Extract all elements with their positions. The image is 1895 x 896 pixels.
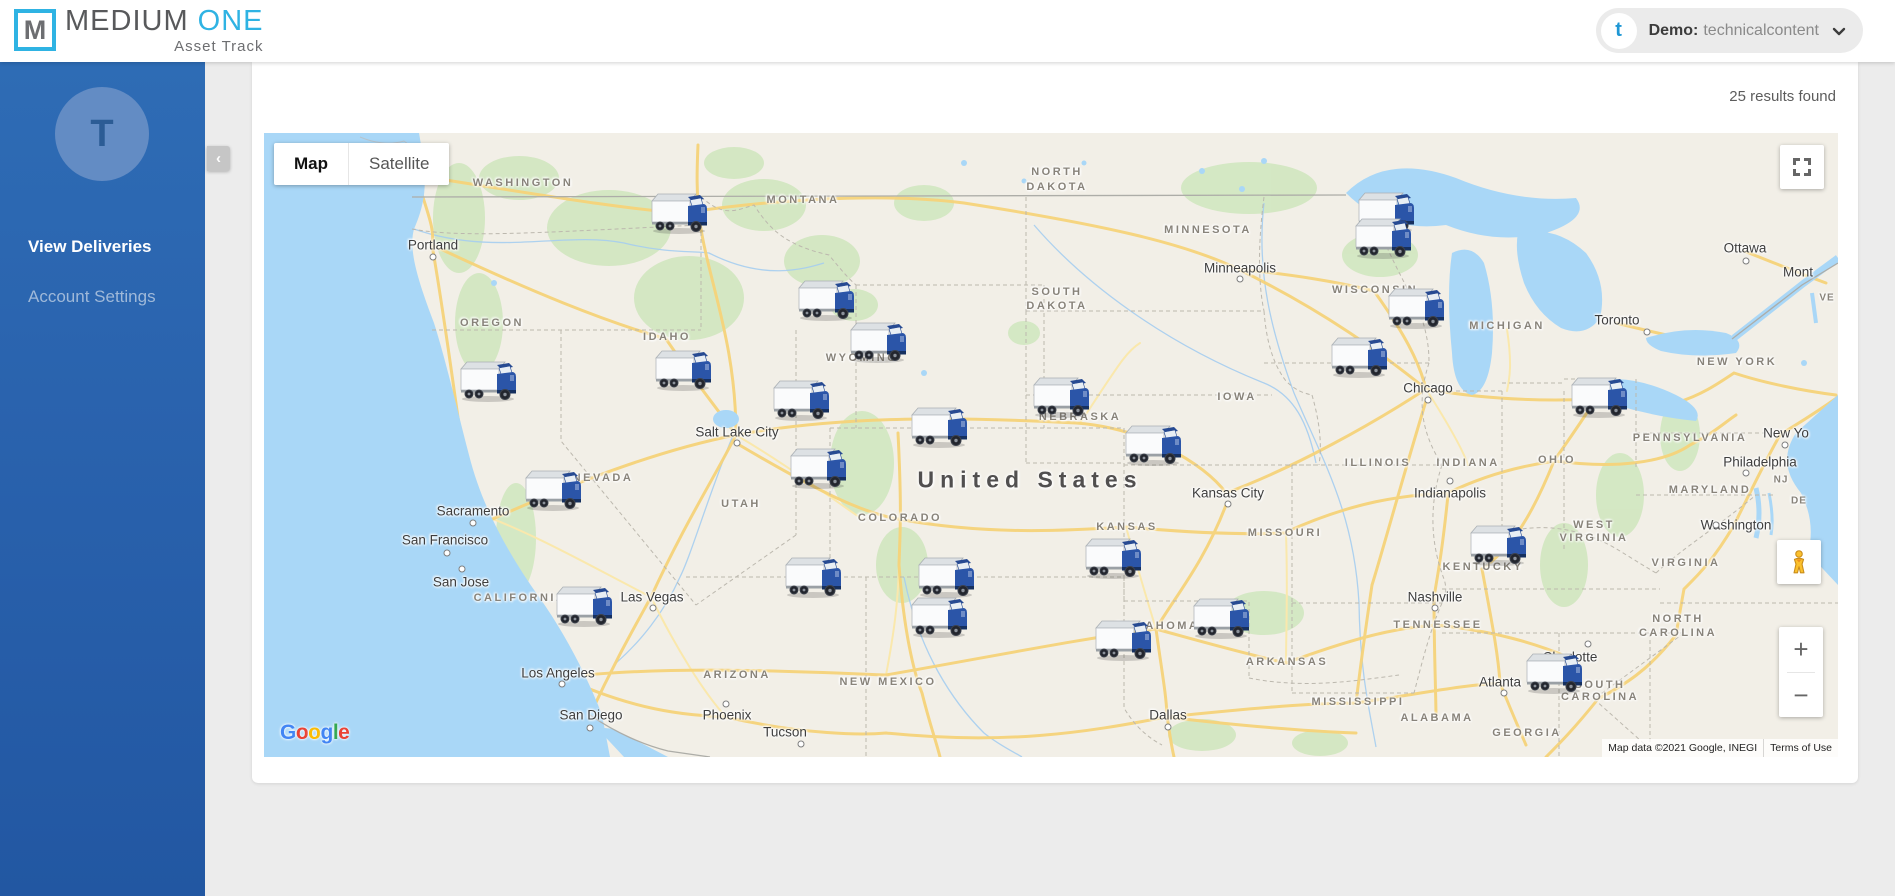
- google-logo-letter: g: [321, 721, 333, 744]
- sidebar: T View DeliveriesAccount Settings: [0, 62, 205, 896]
- map-type-map-button[interactable]: Map: [274, 143, 349, 185]
- logo-title-one: ONE: [198, 5, 264, 37]
- truck-icon: [1326, 333, 1390, 379]
- app-root: M MEDIUM ONE Asset Track t Demo:technica…: [0, 0, 1895, 896]
- truck-marker[interactable]: [785, 444, 849, 490]
- google-logo-letter: o: [308, 721, 320, 744]
- google-logo: Google: [280, 721, 349, 745]
- sidebar-collapse-button[interactable]: ‹: [207, 146, 230, 171]
- map-attribution: Map data ©2021 Google, INEGI Terms of Us…: [1602, 739, 1838, 757]
- truck-icon: [785, 444, 849, 490]
- truck-marker[interactable]: [1188, 594, 1252, 640]
- zoom-in-button[interactable]: +: [1779, 627, 1823, 672]
- sidebar-nav: View DeliveriesAccount Settings: [0, 222, 205, 322]
- truck-marker[interactable]: [906, 593, 970, 639]
- truck-icon: [1350, 214, 1414, 260]
- truck-marker[interactable]: [551, 582, 615, 628]
- truck-icon: [455, 357, 519, 403]
- truck-marker[interactable]: [768, 376, 832, 422]
- truck-marker[interactable]: [1465, 521, 1529, 567]
- truck-marker[interactable]: [1028, 373, 1092, 419]
- logo-title-medium: MEDIUM: [65, 5, 189, 37]
- truck-icon: [845, 318, 909, 364]
- truck-marker[interactable]: [1566, 373, 1630, 419]
- logo-subtitle: Asset Track: [65, 39, 264, 54]
- truck-marker[interactable]: [1090, 616, 1154, 662]
- truck-marker[interactable]: [793, 276, 857, 322]
- truck-icon: [520, 466, 584, 512]
- truck-marker[interactable]: [520, 466, 584, 512]
- truck-marker[interactable]: [650, 346, 714, 392]
- map-type-satellite-button[interactable]: Satellite: [349, 143, 449, 185]
- truck-marker[interactable]: [1350, 214, 1414, 260]
- map-background: [264, 133, 1838, 757]
- zoom-out-button[interactable]: −: [1779, 673, 1823, 718]
- truck-icon: [1080, 534, 1144, 580]
- fullscreen-icon: [1793, 158, 1811, 176]
- google-logo-letter: o: [296, 721, 308, 744]
- terms-of-use-link[interactable]: Terms of Use: [1763, 739, 1838, 757]
- map-data-attribution: Map data ©2021 Google, INEGI: [1602, 739, 1763, 757]
- google-logo-letter: G: [280, 721, 296, 744]
- truck-icon: [768, 376, 832, 422]
- truck-icon: [1521, 649, 1585, 695]
- truck-marker[interactable]: [1326, 333, 1390, 379]
- truck-icon: [1383, 284, 1447, 330]
- account-menu[interactable]: t Demo:technicalcontent: [1596, 8, 1863, 53]
- sidebar-item-view-deliveries[interactable]: View Deliveries: [0, 222, 205, 272]
- truck-icon: [551, 582, 615, 628]
- truck-icon: [1465, 521, 1529, 567]
- truck-marker[interactable]: [780, 553, 844, 599]
- header: M MEDIUM ONE Asset Track t Demo:technica…: [0, 0, 1895, 62]
- truck-icon: [1566, 373, 1630, 419]
- zoom-control: + −: [1779, 627, 1823, 717]
- map-type-control: Map Satellite: [274, 143, 449, 185]
- account-label: Demo:technicalcontent: [1649, 22, 1819, 40]
- logo-text: MEDIUM ONE Asset Track: [65, 7, 264, 54]
- truck-icon: [646, 189, 710, 235]
- pegman-control[interactable]: [1777, 540, 1821, 584]
- truck-marker[interactable]: [455, 357, 519, 403]
- truck-icon: [1028, 373, 1092, 419]
- truck-icon: [780, 553, 844, 599]
- truck-marker[interactable]: [1521, 649, 1585, 695]
- truck-icon: [1120, 421, 1184, 467]
- fullscreen-button[interactable]: [1780, 145, 1824, 189]
- truck-marker[interactable]: [906, 403, 970, 449]
- user-avatar: T: [55, 87, 149, 181]
- truck-icon: [650, 346, 714, 392]
- sidebar-item-account-settings[interactable]: Account Settings: [0, 272, 205, 322]
- truck-marker[interactable]: [1383, 284, 1447, 330]
- truck-marker[interactable]: [646, 189, 710, 235]
- truck-icon: [1188, 594, 1252, 640]
- truck-marker[interactable]: [1120, 421, 1184, 467]
- truck-icon: [1090, 616, 1154, 662]
- logo: M MEDIUM ONE Asset Track: [14, 7, 264, 55]
- logo-mark-icon: M: [14, 9, 56, 51]
- map-canvas[interactable]: WASHINGTONMONTANANORTHDAKOTAMINNESOTASOU…: [264, 133, 1838, 757]
- truck-icon: [793, 276, 857, 322]
- truck-marker[interactable]: [1080, 534, 1144, 580]
- account-label-value: technicalcontent: [1703, 22, 1819, 39]
- truck-marker[interactable]: [845, 318, 909, 364]
- results-count: 25 results found: [1729, 88, 1836, 105]
- account-label-demo: Demo:: [1649, 22, 1699, 39]
- truck-icon: [906, 593, 970, 639]
- chevron-down-icon: [1829, 21, 1849, 41]
- logo-title: MEDIUM ONE: [65, 5, 264, 37]
- truck-icon: [906, 403, 970, 449]
- pegman-icon: [1786, 549, 1812, 575]
- content-card: 25 results found: [252, 62, 1858, 783]
- google-logo-letter: e: [338, 721, 349, 744]
- account-avatar: t: [1601, 13, 1637, 49]
